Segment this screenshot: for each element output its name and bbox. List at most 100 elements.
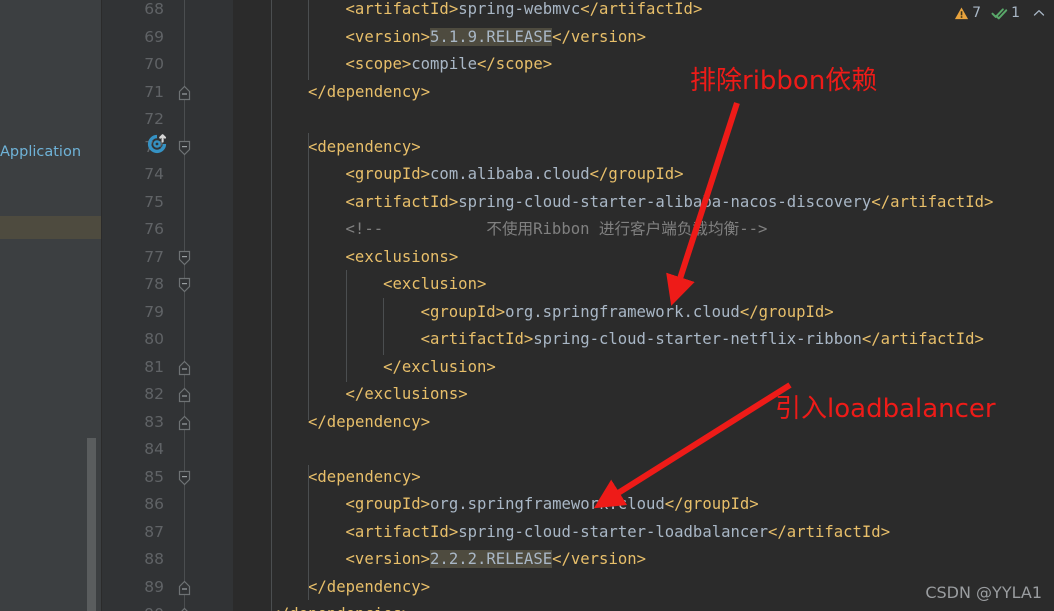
code-line[interactable]: <version>2.2.2.RELEASE</version>: [233, 546, 1054, 574]
code-line[interactable]: <exclusion>: [233, 271, 1054, 299]
line-number: 86: [144, 495, 164, 513]
code-line[interactable]: </dependencies>: [233, 601, 1054, 611]
fold-expand-icon[interactable]: [175, 140, 194, 156]
editor-gutter[interactable]: 68 69 70 71 72 73 74 75 76 77 78 79 80 81 82 83 84 85 86 87…: [102, 0, 233, 611]
xml-tag: <dependency>: [308, 467, 421, 486]
code-line[interactable]: <artifactId>spring-cloud-starter-alibaba…: [233, 189, 1054, 217]
line-number: 69: [144, 27, 164, 46]
highlighted-token: 5.1.9.RELEASE: [430, 27, 553, 46]
xml-text: org.springframework.cloud: [430, 495, 665, 513]
xml-tag: </groupId>: [739, 302, 834, 321]
indent-guide: [345, 270, 347, 382]
warning-count: 7: [972, 5, 982, 21]
indent-guide: [308, 133, 310, 420]
check-count: 1: [1011, 5, 1020, 21]
xml-tag: <artifactId>: [420, 330, 534, 348]
xml-text: org.springframework.cloud: [505, 302, 740, 321]
xml-text: spring-cloud-starter-netflix-ribbon: [533, 330, 862, 348]
code-editor[interactable]: 68 69 70 71 72 73 74 75 76 77 78 79 80 81 82 83 84 85 86 87…: [102, 0, 1054, 611]
code-line[interactable]: <!-- 不使用Ribbon 进行客户端负载均衡-->: [233, 216, 1054, 244]
line-number: 81: [144, 357, 164, 376]
line-number: 87: [144, 522, 164, 541]
editor-vertical-scrollbar[interactable]: [87, 438, 96, 611]
line-number: 72: [144, 110, 164, 128]
code-line[interactable]: <artifactId>spring-cloud-starter-netflix…: [233, 326, 1054, 354]
line-number: 90: [124, 601, 164, 611]
line-number: 75: [144, 192, 164, 211]
maven-reimport-icon[interactable]: [146, 133, 168, 155]
project-tree[interactable]: Application: [0, 0, 101, 611]
code-line[interactable]: </dependency>: [233, 79, 1054, 107]
fold-expand-icon[interactable]: [175, 250, 194, 266]
fold-collapse-icon[interactable]: [175, 360, 194, 376]
code-line[interactable]: <dependency>: [233, 464, 1054, 492]
xml-tag: </dependency>: [308, 82, 431, 101]
fold-expand-icon[interactable]: [175, 277, 194, 293]
line-number: 68: [144, 0, 164, 18]
chevron-up-icon[interactable]: [1032, 6, 1046, 20]
xml-tag: </artifactId>: [871, 192, 994, 211]
code-content[interactable]: <artifactId>spring-webmvc</artifactId> <v…: [233, 0, 1054, 611]
xml-tag: <exclusions>: [345, 247, 459, 266]
code-line[interactable]: </exclusion>: [233, 354, 1054, 382]
line-number: 80: [144, 330, 164, 348]
xml-text: com.alibaba.cloud: [430, 165, 590, 183]
xml-tag: <groupId>: [345, 495, 431, 513]
line-number: 85: [144, 467, 164, 486]
xml-tag: <artifactId>: [345, 192, 459, 211]
double-check-icon: [991, 6, 1008, 21]
indent-guide: [270, 0, 272, 611]
ide-editor-window: Application 68 69 70 71 72 73 74 75 76 77 78 79 80 81…: [0, 0, 1054, 611]
xml-tag: <version>: [345, 550, 431, 568]
xml-tag: </dependency>: [308, 412, 431, 431]
line-number: 83: [144, 412, 164, 431]
fold-collapse-icon[interactable]: [175, 607, 194, 611]
code-line[interactable]: [233, 106, 1054, 134]
code-line[interactable]: <scope>compile</scope>: [233, 51, 1054, 79]
xml-tag: </groupId>: [589, 165, 684, 183]
code-line[interactable]: [233, 436, 1054, 464]
line-number: 77: [144, 247, 164, 266]
code-line[interactable]: <exclusions>: [233, 244, 1054, 272]
indent-guide: [308, 465, 310, 600]
code-line[interactable]: <version>5.1.9.RELEASE</version>: [233, 24, 1054, 52]
line-number: 88: [144, 550, 164, 568]
xml-tag: </groupId>: [664, 495, 759, 513]
code-line[interactable]: <groupId>org.springframework.cloud</grou…: [233, 299, 1054, 327]
xml-tag: </dependency>: [308, 577, 431, 596]
xml-tag: </exclusions>: [345, 385, 468, 403]
line-number: 89: [144, 577, 164, 596]
code-line[interactable]: <groupId>com.alibaba.cloud</groupId>: [233, 161, 1054, 189]
xml-tag: </scope>: [476, 55, 553, 73]
line-number: 74: [144, 165, 164, 183]
line-number: 76: [144, 220, 164, 238]
xml-text: compile: [411, 55, 477, 73]
tree-item-selected[interactable]: [0, 216, 101, 239]
watermark: CSDN @YYLA1: [925, 583, 1042, 602]
xml-tag: </exclusion>: [383, 357, 496, 376]
fold-collapse-icon[interactable]: [175, 415, 194, 431]
project-sidebar[interactable]: Application: [0, 0, 101, 611]
xml-tag: </artifactId>: [861, 330, 984, 348]
warning-triangle-icon: [954, 6, 969, 21]
xml-tag: <dependency>: [308, 137, 421, 156]
inspection-status-widget[interactable]: 7 1: [954, 2, 1046, 24]
code-line[interactable]: <artifactId>spring-cloud-starter-loadbal…: [233, 519, 1054, 547]
code-line[interactable]: <dependency>: [233, 134, 1054, 162]
xml-tag: <groupId>: [345, 165, 431, 183]
annotation-exclude-ribbon: 排除ribbon依赖: [690, 66, 878, 96]
fold-collapse-icon[interactable]: [175, 580, 194, 596]
line-number: 82: [144, 385, 164, 403]
code-line[interactable]: <groupId>org.springframework.cloud</grou…: [233, 491, 1054, 519]
code-line[interactable]: <artifactId>spring-webmvc</artifactId>: [233, 0, 1054, 24]
xml-text: spring-webmvc: [458, 0, 581, 18]
xml-text: spring-cloud-starter-loadbalancer: [458, 522, 769, 541]
indent-guide: [308, 0, 310, 80]
tree-item-application[interactable]: Application: [0, 140, 101, 163]
xml-tag: <artifactId>: [345, 0, 459, 18]
fold-collapse-icon[interactable]: [175, 387, 194, 403]
code-comment: <!-- 不使用Ribbon 进行客户端负载均衡-->: [345, 220, 768, 238]
fold-collapse-icon[interactable]: [175, 85, 194, 101]
fold-expand-icon[interactable]: [175, 470, 194, 486]
xml-tag: <artifactId>: [345, 522, 459, 541]
